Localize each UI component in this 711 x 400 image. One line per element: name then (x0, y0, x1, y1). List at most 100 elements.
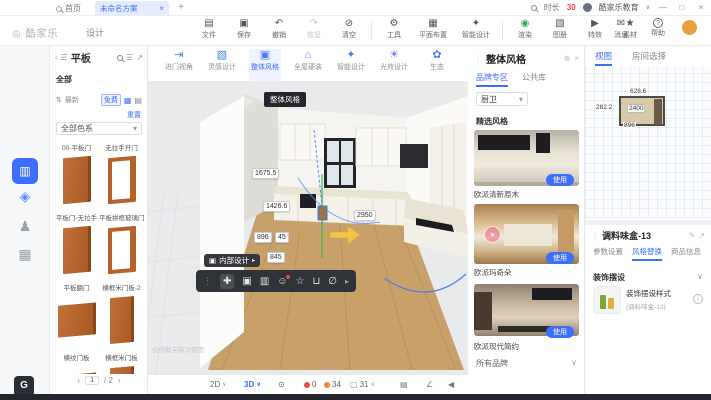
ribbon-hard-decor-button[interactable]: ⌂全屋硬装 (292, 49, 324, 81)
more-tools-icon[interactable]: ▸ (345, 277, 349, 286)
account-name[interactable]: 酷家乐教育 (599, 2, 639, 13)
catalog-item[interactable]: 平板门-无拉手 (54, 214, 99, 284)
viewport[interactable]: ⇥进门视角 ▧灵感设计 ▣整体风格 ⌂全屋硬装 ✦智能设计 ☀光效设计 ✿生态 (148, 46, 468, 394)
ribbon-door-view-button[interactable]: ⇥进门视角 (163, 49, 195, 81)
tab-public-library[interactable]: 公共库 (522, 72, 546, 87)
menubar-effects-button[interactable]: ▶特效 (582, 18, 608, 40)
decor-style-item[interactable]: 装饰摆设样式 (调料味盒-13) i (593, 286, 703, 314)
menubar-album-button[interactable]: ▧图册 (547, 18, 573, 40)
sort-icon[interactable]: ⇅ (56, 96, 62, 104)
item-counter[interactable]: ▢31∨ (350, 380, 375, 389)
floorplan-minimap[interactable]: 628.6 282.2 2400 896 (585, 66, 711, 218)
edit-icon[interactable]: ✎ (689, 231, 696, 240)
window-close-button[interactable]: × (695, 3, 707, 12)
info-icon[interactable]: i (693, 294, 703, 304)
rail-my-library-button[interactable]: ▥ (12, 158, 38, 184)
move-tool-icon[interactable]: ✚ (220, 274, 234, 289)
expand-icon[interactable]: ↗ (698, 231, 705, 240)
ribbon-lighting-button[interactable]: ☀光效设计 (378, 49, 410, 81)
reset-filter-link[interactable]: 重置 (127, 110, 141, 120)
panel-drag-handle[interactable]: ⋮ (591, 231, 599, 240)
catalog-item[interactable]: 00-平板门 (54, 144, 99, 214)
ribbon-ai-design-button[interactable]: ✦智能设计 (335, 49, 367, 81)
catalog-search-icon[interactable] (117, 55, 123, 61)
use-style-button[interactable]: 使用 (546, 252, 574, 264)
hide-icon[interactable]: ∅ (328, 276, 337, 287)
page-next-button[interactable]: › (118, 376, 121, 385)
menubar-save-button[interactable]: ▣保存 (231, 18, 257, 40)
menubar-clear-button[interactable]: ⊘清空 (336, 18, 362, 40)
delete-icon[interactable]: ⊔ (312, 276, 320, 287)
menubar-tools-button[interactable]: ⚙工具 (381, 18, 407, 40)
visibility-button[interactable]: ⊙ (278, 380, 285, 389)
panel-drag-handle[interactable]: ⋮ (474, 54, 482, 63)
tip-counter[interactable]: 34 (324, 380, 341, 389)
rail-user-button[interactable]: ♟ (0, 218, 50, 235)
section-decor[interactable]: 装饰摆设 ∨ (593, 272, 703, 283)
cabinet-tool-icon[interactable]: ▥ (260, 276, 269, 287)
filter-icon[interactable]: ☰ (126, 53, 133, 62)
page-current[interactable]: 1 (85, 376, 99, 385)
scene-3d[interactable]: 整体风格 1675.5 1426.6 896 45 2950 845 ▣ 内部设… (148, 82, 468, 374)
grid-view-icon[interactable]: ▦ (124, 96, 132, 105)
category-list-icon[interactable]: ☰ (61, 53, 68, 62)
search-icon[interactable] (531, 5, 537, 11)
duplicate-icon[interactable]: ▣ (242, 276, 251, 287)
account-avatar[interactable] (583, 3, 592, 12)
window-minimize-button[interactable]: — (657, 3, 669, 12)
sort-label[interactable]: 最新 (65, 95, 79, 105)
expand-icon[interactable]: ↗ (136, 53, 143, 62)
catalog-item[interactable]: 横框米门板 (99, 354, 144, 374)
help-button[interactable]: ?帮助 (645, 18, 671, 38)
room-category-dropdown[interactable]: 厨卫 ▾ (476, 92, 528, 106)
drag-handle-icon[interactable]: ⋮ (203, 276, 212, 287)
close-icon[interactable]: × (574, 54, 579, 63)
tab-view[interactable]: 视图 (595, 50, 612, 66)
ribbon-overall-style-button[interactable]: ▣整体风格 (249, 49, 281, 81)
tab-product-info[interactable]: 商品信息 (671, 246, 701, 261)
account-caret-icon[interactable]: ∨ (646, 4, 650, 11)
tab-home[interactable]: 首页 (56, 3, 81, 14)
menubar-ai-design-button[interactable]: ✦智能设计 (459, 18, 493, 40)
tab-parameters[interactable]: 参数设置 (593, 246, 623, 261)
ribbon-inspiration-button[interactable]: ▧灵感设计 (206, 49, 238, 81)
free-filter-toggle[interactable]: 免费 (101, 94, 121, 106)
favorite-icon[interactable]: ☆ (296, 276, 305, 287)
window-maximize-button[interactable]: □ (676, 3, 688, 12)
warning-counter[interactable]: 0 (304, 380, 316, 389)
style-brush-icon[interactable]: ☺ (277, 276, 287, 287)
ruler-button[interactable]: ∠ (426, 380, 433, 389)
catalog-item[interactable]: 横框米门板-2 (99, 284, 144, 354)
mode-3d-button[interactable]: 3D∨ (244, 380, 261, 389)
mode-2d-button[interactable]: 2D∨ (210, 380, 227, 389)
messages-button[interactable]: ✉消息 (608, 18, 634, 40)
use-style-button[interactable]: 使用 (546, 174, 574, 186)
menubar-render-button[interactable]: ◉渲染 (512, 18, 538, 40)
use-style-button[interactable]: 使用 (546, 326, 574, 338)
page-prev-button[interactable]: ‹ (77, 376, 80, 385)
screenshot-button[interactable]: ▤ (400, 380, 408, 389)
ribbon-eco-button[interactable]: ✿生态 (421, 49, 453, 81)
user-avatar[interactable] (682, 20, 697, 35)
tab-style-replace[interactable]: 风格替换 (632, 246, 662, 261)
catalog-item[interactable]: 平板拼框玻璃门 (99, 214, 144, 284)
all-brands-row[interactable]: 所有品牌 ∨ (476, 358, 577, 369)
menubar-undo-button[interactable]: ↶撤销 (266, 18, 292, 40)
color-filter-dropdown[interactable]: 全部色系 ▾ (56, 122, 142, 135)
list-view-icon[interactable]: ▤ (134, 96, 142, 105)
menubar-floorplan-button[interactable]: ▦平面布置 (416, 18, 450, 40)
menu-design[interactable]: 设计 (86, 26, 104, 39)
menubar-file-button[interactable]: ▤文件 (196, 18, 222, 40)
tab-room-select[interactable]: 房间选择 (632, 50, 666, 66)
catalog-item[interactable]: 无拉手开门 (99, 144, 144, 214)
pin-icon[interactable]: ⊕ (564, 54, 571, 63)
announcement-button[interactable]: ◀ (448, 380, 454, 389)
rail-vip-button[interactable]: ◈ (0, 188, 50, 205)
tab-brand-zone[interactable]: 品牌专区 (476, 72, 508, 87)
catalog-item[interactable]: 横纹门板 (54, 354, 99, 374)
catalog-filter-all[interactable]: 全部 (56, 74, 72, 85)
menubar-redo-button[interactable]: ↷恢复 (301, 18, 327, 40)
new-tab-button[interactable]: + (178, 2, 184, 13)
tab-close-icon[interactable]: × (159, 4, 164, 13)
rail-enterprise-button[interactable]: ▦ (0, 246, 50, 263)
